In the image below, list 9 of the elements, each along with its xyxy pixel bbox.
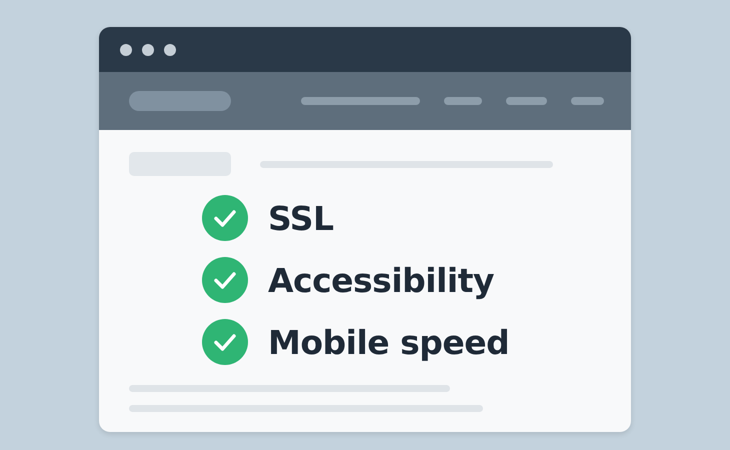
checklist-label: Accessibility xyxy=(268,260,494,300)
window-dot xyxy=(120,44,132,56)
nav-link-placeholder xyxy=(444,97,482,105)
checklist-label: Mobile speed xyxy=(268,322,510,362)
nav-link-placeholder xyxy=(506,97,547,105)
checklist-label: SSL xyxy=(268,198,334,238)
window-dot xyxy=(142,44,154,56)
nav-link-placeholder xyxy=(571,97,604,105)
window-dot xyxy=(164,44,176,56)
